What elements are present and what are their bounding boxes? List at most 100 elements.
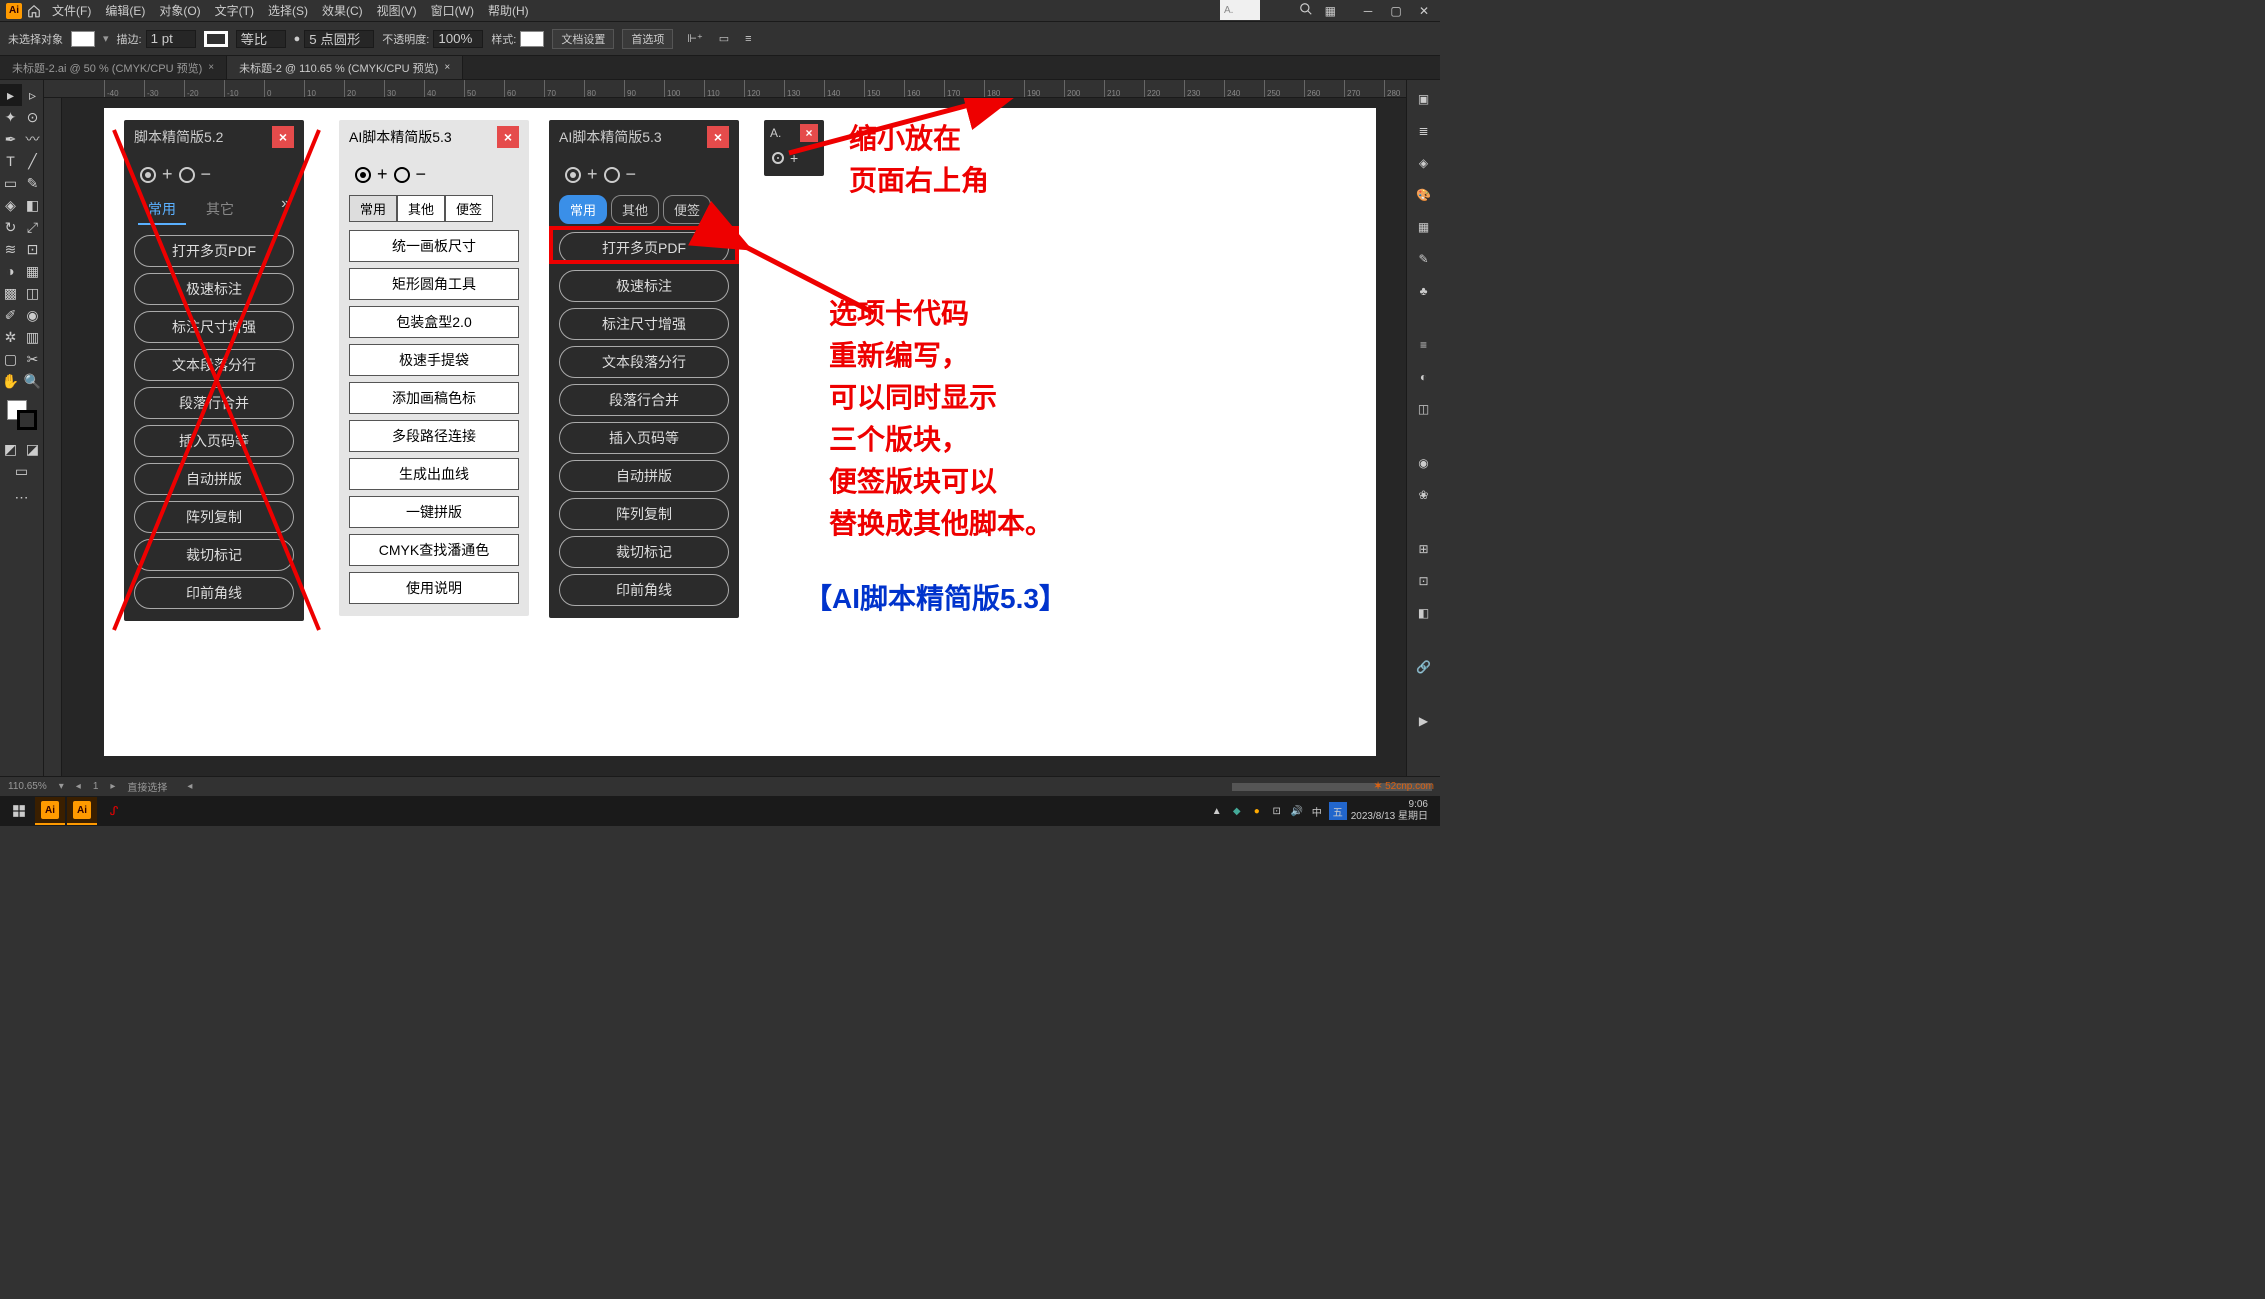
home-icon[interactable] [24,1,44,21]
tab-notes[interactable]: 便签 [663,195,711,224]
script-button[interactable]: CMYK查找潘通色 [349,534,519,566]
lasso-tool-icon[interactable]: ⊙ [22,106,44,128]
radio-option-2[interactable] [604,167,620,183]
tab-common[interactable]: 常用 [559,195,607,224]
shaper-tool-icon[interactable]: ◈ [0,194,22,216]
panel-menu-icon[interactable]: ≡ [745,33,751,45]
line-tool-icon[interactable]: ╱ [22,150,44,172]
menu-edit[interactable]: 编辑(E) [99,0,151,21]
symbol-sprayer-icon[interactable]: ✲ [0,326,22,348]
workspace-switcher-icon[interactable]: ▦ [1325,4,1336,18]
window-minimize-icon[interactable]: ─ [1358,3,1378,19]
tab-common[interactable]: 常用 [349,195,397,222]
tab-other[interactable]: 其他 [611,195,659,224]
screen-mode-icon[interactable]: ▭ [11,460,33,482]
paintbrush-tool-icon[interactable]: ✎ [22,172,44,194]
links-panel-icon[interactable]: 🔗 [1413,656,1435,678]
taskbar-app-3[interactable]: ᔑ [99,797,129,825]
artboard-tool-icon[interactable]: ▢ [0,348,22,370]
symbols-panel-icon[interactable]: ♣ [1413,280,1435,302]
gradient-mode-icon[interactable]: ◪ [22,438,44,460]
graphic-styles-panel-icon[interactable]: ❀ [1413,484,1435,506]
type-tool-icon[interactable]: T [0,150,22,172]
eyedropper-tool-icon[interactable]: ✐ [0,304,22,326]
curvature-tool-icon[interactable]: 〰 [22,128,44,150]
artboard-nav-prev-icon[interactable]: ◂ [76,781,81,792]
script-button[interactable]: 包装盒型2.0 [349,306,519,338]
radio-option-1[interactable] [565,167,581,183]
script-button[interactable]: 印前角线 [559,574,729,606]
rectangle-tool-icon[interactable]: ▭ [0,172,22,194]
appearance-panel-icon[interactable]: ◉ [1413,452,1435,474]
graph-tool-icon[interactable]: ▥ [22,326,44,348]
libraries-panel-icon[interactable]: ◈ [1413,152,1435,174]
menu-object[interactable]: 对象(O) [153,0,206,21]
fill-swatch[interactable] [71,31,95,47]
hand-tool-icon[interactable]: ✋ [0,370,22,392]
volume-icon[interactable]: 🔊 [1289,803,1305,819]
menu-effect[interactable]: 效果(C) [316,0,369,21]
script-button[interactable]: 一键拼版 [349,496,519,528]
pathfinder-panel-icon[interactable]: ◧ [1413,602,1435,624]
menu-type[interactable]: 文字(T) [209,0,260,21]
canvas[interactable]: 脚本精简版5.2 × + − 常用 其它 » [44,98,1406,776]
corner-input[interactable] [304,30,374,48]
tab-notes[interactable]: 便签 [445,195,493,222]
script-button[interactable]: 标注尺寸增强 [559,308,729,340]
script-button[interactable]: 多段路径连接 [349,420,519,452]
menu-select[interactable]: 选择(S) [262,0,314,21]
tray-icon[interactable]: ⊡ [1269,803,1285,819]
eraser-tool-icon[interactable]: ◧ [22,194,44,216]
transform-panel-icon[interactable]: ⊡ [1413,570,1435,592]
uniform-input[interactable] [236,30,286,48]
tray-icon[interactable]: ● [1249,803,1265,819]
align-icon[interactable]: ⊩⁺ [687,32,702,45]
layers-panel-icon[interactable]: ≣ [1413,120,1435,142]
taskbar-illustrator-2[interactable]: Ai [67,797,97,825]
taskbar-illustrator-1[interactable]: Ai [35,797,65,825]
style-swatch[interactable] [520,31,544,47]
color-panel-icon[interactable]: 🎨 [1413,184,1435,206]
script-button[interactable]: 统一画板尺寸 [349,230,519,262]
window-close-icon[interactable]: ✕ [1414,3,1434,19]
artboard-nav-next-icon[interactable]: ▸ [110,781,115,792]
panel-collapse-icon[interactable]: ▭ [719,32,729,45]
slice-tool-icon[interactable]: ✂ [22,348,44,370]
perspective-tool-icon[interactable]: ▦ [22,260,44,282]
stroke-weight-input[interactable] [146,30,196,48]
close-icon[interactable]: × [208,62,214,73]
tray-icon[interactable]: ▲ [1209,803,1225,819]
script-button[interactable]: 极速标注 [559,270,729,302]
script-button[interactable]: 使用说明 [349,572,519,604]
doc-setup-button[interactable]: 文档设置 [552,29,614,49]
start-button[interactable] [4,796,34,826]
radio-option-1[interactable] [772,152,784,164]
edit-toolbar-icon[interactable]: ⋯ [11,486,33,508]
close-button[interactable]: × [707,126,729,148]
menu-help[interactable]: 帮助(H) [482,0,535,21]
menu-file[interactable]: 文件(F) [46,0,97,21]
search-icon[interactable] [1299,2,1313,19]
transparency-panel-icon[interactable]: ◫ [1413,398,1435,420]
menu-view[interactable]: 视图(V) [371,0,423,21]
script-button[interactable]: 裁切标记 [559,536,729,568]
direct-selection-tool-icon[interactable]: ▹ [22,84,44,106]
script-button[interactable]: 阵列复制 [559,498,729,530]
properties-panel-icon[interactable]: ▣ [1413,88,1435,110]
brushes-panel-icon[interactable]: ✎ [1413,248,1435,270]
script-button[interactable]: 生成出血线 [349,458,519,490]
tray-icon[interactable]: ◆ [1229,803,1245,819]
corner-minimized-panel[interactable]: A. [1220,0,1260,20]
fill-stroke-indicator[interactable] [7,400,37,430]
rotate-tool-icon[interactable]: ↻ [0,216,22,238]
align-panel-icon[interactable]: ⊞ [1413,538,1435,560]
selection-tool-icon[interactable]: ▸ [0,84,22,106]
radio-option-2[interactable] [394,167,410,183]
menu-window[interactable]: 窗口(W) [425,0,480,21]
close-icon[interactable]: × [444,62,450,73]
script-button[interactable]: 矩形圆角工具 [349,268,519,300]
stroke-swatch[interactable] [204,31,228,47]
zoom-tool-icon[interactable]: 🔍 [22,370,44,392]
blend-tool-icon[interactable]: ◉ [22,304,44,326]
pen-tool-icon[interactable]: ✒ [0,128,22,150]
